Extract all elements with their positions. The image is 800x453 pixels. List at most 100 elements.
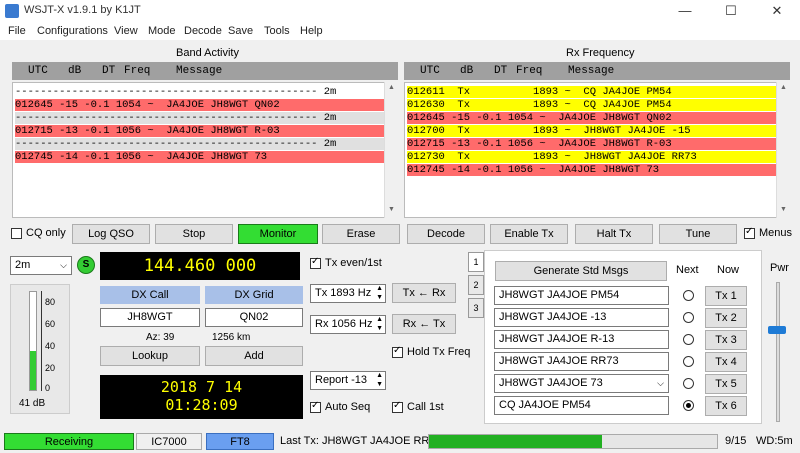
maximize-button[interactable]: ☐ — [708, 0, 754, 22]
dx-grid-input[interactable]: QN02 — [205, 308, 303, 327]
tab-2[interactable]: 2 — [468, 275, 484, 295]
next-radio[interactable] — [683, 378, 694, 389]
last-tx-status: Last Tx: JH8WGT JA4JOE RR73 — [280, 435, 442, 447]
rx-frequency-row[interactable]: 012745 -14 -0.1 1056 ~ JA4JOE JH8WGT 73 — [407, 164, 777, 176]
tx-message-field[interactable]: JH8WGT JA4JOE 73 ⌵ — [494, 374, 669, 393]
band-activity-row[interactable]: 012715 -13 -0.1 1056 ~ JA4JOE JH8WGT R-0… — [15, 125, 385, 137]
spinner-arrows-icon[interactable]: ▲ ▼ — [376, 316, 383, 333]
tx-from-rx-button[interactable]: Tx ← Rx — [392, 283, 456, 303]
stop-button[interactable]: Stop — [155, 224, 233, 244]
scroll-up-icon[interactable]: ▲ — [388, 84, 395, 91]
dx-grid-label: DX Grid — [205, 286, 303, 304]
app-icon — [5, 4, 19, 18]
chevron-down-icon[interactable]: ⌵ — [657, 375, 664, 392]
meter-tick-label: 20 — [45, 363, 56, 373]
scroll-down-icon[interactable]: ▼ — [780, 206, 787, 213]
next-radio[interactable] — [683, 356, 694, 367]
close-button[interactable]: ✕ — [754, 0, 800, 22]
band-activity-row[interactable]: ----------------------------------------… — [15, 112, 385, 124]
menu-save[interactable]: Save — [228, 25, 253, 37]
spinner-arrows-icon[interactable]: ▲ ▼ — [376, 372, 383, 389]
minimize-button[interactable]: — — [662, 0, 708, 22]
tx-now-button[interactable]: Tx 3 — [705, 330, 747, 350]
call-1st-checkbox[interactable] — [392, 400, 403, 413]
generate-std-msgs-button[interactable]: Generate Std Msgs — [495, 261, 667, 281]
dial-frequency-display[interactable]: 144.460 000 — [100, 252, 300, 280]
rx-frequency-log[interactable]: 012611 Tx 1893 ~ CQ JA4JOE PM54 012630 Tx… — [404, 82, 778, 218]
rx-frequency-row[interactable]: 012730 Tx 1893 ~ JH8WGT JA4JOE RR73 — [407, 151, 777, 163]
band-select[interactable]: 2m ⌵ — [10, 256, 72, 275]
menu-view[interactable]: View — [114, 25, 138, 37]
band-activity-row[interactable]: ----------------------------------------… — [15, 86, 385, 98]
tx-message-field[interactable]: JH8WGT JA4JOE PM54 — [494, 286, 669, 305]
tx-message-field[interactable]: JH8WGT JA4JOE RR73 — [494, 352, 669, 371]
distance-readout: 1256 km — [212, 332, 251, 343]
tx-now-button[interactable]: Tx 4 — [705, 352, 747, 372]
menus-checkbox[interactable] — [744, 226, 755, 239]
tx-message-field[interactable]: JH8WGT JA4JOE R-13 — [494, 330, 669, 349]
next-radio[interactable] — [683, 334, 694, 345]
erase-button[interactable]: Erase — [322, 224, 400, 244]
next-radio[interactable] — [683, 400, 694, 411]
menu-help[interactable]: Help — [300, 25, 323, 37]
tx-now-button[interactable]: Tx 2 — [705, 308, 747, 328]
next-radio[interactable] — [683, 312, 694, 323]
power-slider-track[interactable] — [776, 282, 780, 422]
band-activity-log[interactable]: ----------------------------------------… — [12, 82, 386, 218]
tab-1[interactable]: 1 — [468, 252, 484, 272]
menu-file[interactable]: File — [8, 25, 26, 37]
col-freq: Freq — [124, 65, 151, 77]
menu-tools[interactable]: Tools — [264, 25, 290, 37]
rx-frequency-scrollbar[interactable]: ▲ ▼ — [776, 82, 790, 218]
band-activity-row[interactable]: ----------------------------------------… — [15, 138, 385, 150]
scroll-down-icon[interactable]: ▼ — [388, 206, 395, 213]
dx-call-input[interactable]: JH8WGT — [100, 308, 200, 327]
rx-freq-spinner[interactable]: Rx 1056 Hz ▲ ▼ — [310, 315, 386, 334]
band-activity-row[interactable]: 012745 -14 -0.1 1056 ~ JA4JOE JH8WGT 73 — [15, 151, 385, 163]
rx-frequency-row[interactable]: 012715 -13 -0.1 1056 ~ JA4JOE JH8WGT R-0… — [407, 138, 777, 150]
auto-seq-checkbox[interactable] — [310, 400, 321, 413]
power-slider-handle[interactable] — [768, 326, 786, 334]
cq-only-checkbox[interactable] — [11, 228, 22, 239]
tx-even-checkbox[interactable] — [310, 256, 321, 269]
log-qso-button[interactable]: Log QSO — [72, 224, 150, 244]
meter-tick-label: 80 — [45, 297, 56, 307]
menu-decode[interactable]: Decode — [184, 25, 222, 37]
hold-tx-freq-checkbox[interactable] — [392, 345, 403, 358]
menu-mode[interactable]: Mode — [148, 25, 176, 37]
tx-freq-spinner[interactable]: Tx 1893 Hz ▲ ▼ — [310, 284, 386, 303]
next-radio[interactable] — [683, 290, 694, 301]
band-activity-row[interactable]: 012645 -15 -0.1 1054 ~ JA4JOE JH8WGT QN0… — [15, 99, 385, 111]
now-column-label: Now — [717, 264, 740, 276]
band-activity-scrollbar[interactable]: ▲ ▼ — [384, 82, 398, 218]
monitor-button[interactable]: Monitor — [238, 224, 318, 244]
tx-now-button[interactable]: Tx 1 — [705, 286, 747, 306]
tx-now-button[interactable]: Tx 6 — [705, 396, 747, 416]
rx-frequency-row[interactable]: 012611 Tx 1893 ~ CQ JA4JOE PM54 — [407, 86, 777, 98]
rx-frequency-row[interactable]: 012645 -15 -0.1 1054 ~ JA4JOE JH8WGT QN0… — [407, 112, 777, 124]
lookup-button[interactable]: Lookup — [100, 346, 200, 366]
rx-frequency-row[interactable]: 012700 Tx 1893 ~ JH8WGT JA4JOE -15 — [407, 125, 777, 137]
tx-message-text: JH8WGT JA4JOE 73 — [499, 377, 603, 389]
halt-tx-button[interactable]: Halt Tx — [575, 224, 653, 244]
add-button[interactable]: Add — [205, 346, 303, 366]
tab-3[interactable]: 3 — [468, 298, 484, 318]
rx-from-tx-button[interactable]: Rx ← Tx — [392, 314, 456, 334]
scroll-up-icon[interactable]: ▲ — [780, 84, 787, 91]
meter-track — [29, 291, 37, 391]
s-meter-indicator-icon: S — [77, 256, 95, 274]
spinner-arrows-icon[interactable]: ▲ ▼ — [376, 285, 383, 302]
tx-now-button[interactable]: Tx 5 — [705, 374, 747, 394]
report-spinner[interactable]: Report -13 ▲ ▼ — [310, 371, 386, 390]
menu-configurations[interactable]: Configurations — [37, 25, 108, 37]
col-dt: DT — [102, 65, 116, 77]
decode-button[interactable]: Decode — [407, 224, 485, 244]
rig-status: IC7000 — [136, 433, 202, 450]
col-utc: UTC — [420, 65, 440, 77]
rx-frequency-row[interactable]: 012630 Tx 1893 ~ CQ JA4JOE PM54 — [407, 99, 777, 111]
tx-message-field[interactable]: JH8WGT JA4JOE -13 — [494, 308, 669, 327]
tx-message-field[interactable]: CQ JA4JOE PM54 — [494, 396, 669, 415]
rx-frequency-header: UTC dB DT Freq Message — [404, 62, 790, 80]
enable-tx-button[interactable]: Enable Tx — [490, 224, 568, 244]
tune-button[interactable]: Tune — [659, 224, 737, 244]
